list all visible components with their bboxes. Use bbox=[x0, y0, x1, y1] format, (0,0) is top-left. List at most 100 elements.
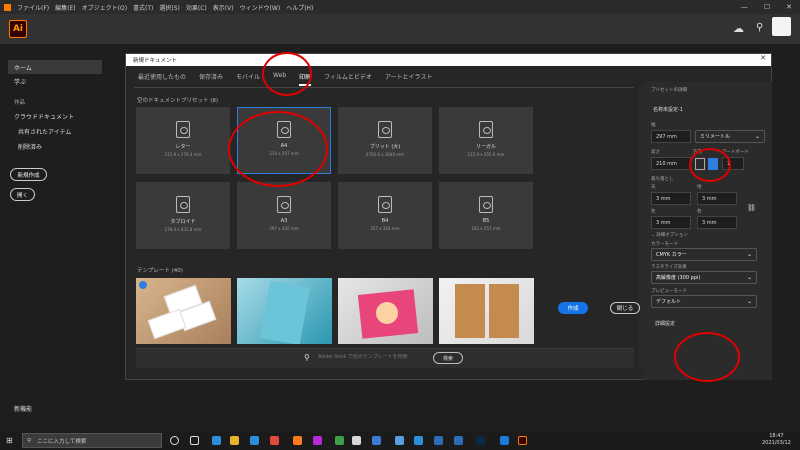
preview-mode-select[interactable]: デフォルト ⌄ bbox=[651, 295, 757, 308]
menu-view[interactable]: 表示(V) bbox=[213, 3, 234, 12]
sidebar-item-new-features[interactable]: 新機能 bbox=[8, 401, 102, 415]
preset-card-b5[interactable]: B5 182 x 257 mm bbox=[439, 182, 533, 249]
menu-board-shape bbox=[489, 284, 519, 338]
menu-type[interactable]: 書式(T) bbox=[133, 3, 153, 12]
dialog-title: 新規ドキュメント bbox=[133, 58, 178, 64]
link-icon[interactable]: ⛓ bbox=[747, 204, 756, 212]
search-icon[interactable]: ⚲ bbox=[756, 22, 763, 33]
minimize-button[interactable]: — bbox=[741, 3, 748, 11]
stock-search-button[interactable]: 検索 bbox=[433, 352, 463, 364]
windows-start-icon[interactable]: ⊞ bbox=[6, 436, 13, 445]
advanced-options-toggle[interactable]: ⌄ 詳細オプション bbox=[651, 232, 688, 238]
menu-object[interactable]: オブジェクト(O) bbox=[82, 3, 127, 12]
preset-size: 215.9 x 279.4 mm bbox=[164, 151, 202, 157]
firefox-icon[interactable] bbox=[293, 436, 302, 445]
document-icon bbox=[277, 196, 291, 213]
window-close-button[interactable]: ✕ bbox=[786, 3, 792, 11]
template-thumbnail-menu[interactable] bbox=[439, 278, 534, 344]
taskbar-search-placeholder: ここに入力して検索 bbox=[37, 438, 87, 445]
preset-card-legal[interactable]: リーガル 215.9 x 355.6 mm bbox=[439, 107, 533, 174]
taskbar-clock[interactable]: 18:47 2021/03/12 bbox=[762, 433, 791, 447]
tab-film-video[interactable]: フィルムとビデオ bbox=[324, 72, 372, 86]
create-button[interactable]: 作成 bbox=[558, 302, 588, 314]
illustrator-taskbar-icon[interactable] bbox=[518, 436, 527, 445]
document-icon bbox=[479, 196, 493, 213]
photoshop-icon[interactable] bbox=[476, 436, 485, 445]
app-icon[interactable] bbox=[395, 436, 404, 445]
maximize-button[interactable]: ☐ bbox=[764, 3, 770, 11]
close-button[interactable]: 閉じる bbox=[610, 302, 640, 314]
template-thumbnail-business-cards[interactable] bbox=[136, 278, 231, 344]
taskbar-search-box[interactable]: ⚲ ここに入力して検索 bbox=[22, 433, 162, 448]
more-settings-link[interactable]: 詳細設定 bbox=[655, 320, 675, 327]
sidebar-item-learn[interactable]: 学ぶ bbox=[8, 74, 102, 88]
task-view-icon[interactable] bbox=[190, 436, 199, 445]
document-icon bbox=[176, 195, 190, 213]
sidebar-item-home[interactable]: ホーム bbox=[8, 60, 102, 74]
preset-size: 4703.6 x 3048 mm bbox=[365, 151, 405, 157]
color-mode-select[interactable]: CMYK カラー ⌄ bbox=[651, 248, 757, 261]
preset-card-a3[interactable]: A3 297 x 420 mm bbox=[237, 182, 331, 249]
unit-select[interactable]: ミリメートル ⌄ bbox=[695, 130, 765, 143]
stock-search-input[interactable] bbox=[318, 354, 430, 360]
raster-effects-select[interactable]: 高解像度 (300 ppi) ⌄ bbox=[651, 271, 757, 284]
ai-small-icon bbox=[4, 3, 11, 11]
template-thumbnail-photo-card[interactable] bbox=[338, 278, 433, 344]
tab-art-illustration[interactable]: アートとイラスト bbox=[385, 72, 433, 86]
template-thumbnail-brochure[interactable] bbox=[237, 278, 332, 344]
menu-help[interactable]: ヘルプ(H) bbox=[286, 3, 313, 12]
tab-saved[interactable]: 保存済み bbox=[199, 72, 223, 86]
app-icon[interactable] bbox=[372, 436, 381, 445]
unit-value: ミリメートル bbox=[700, 134, 731, 140]
bleed-left-input[interactable]: 3 mm bbox=[651, 216, 691, 229]
document-name-field[interactable]: 名称未設定-1 bbox=[653, 106, 683, 113]
tab-recent[interactable]: 最近使用したもの bbox=[138, 72, 186, 86]
menu-select[interactable]: 選択(S) bbox=[159, 3, 180, 12]
tab-mobile[interactable]: モバイル bbox=[236, 72, 260, 86]
chrome-icon[interactable] bbox=[270, 436, 279, 445]
advanced-options-label: 詳細オプション bbox=[656, 233, 688, 238]
mail-icon[interactable] bbox=[250, 436, 259, 445]
dialog-close-button[interactable]: ✕ bbox=[760, 54, 766, 62]
preset-card-large-print[interactable]: ブリット (大) 4703.6 x 3048 mm bbox=[338, 107, 432, 174]
app-icon[interactable] bbox=[313, 436, 322, 445]
cortana-icon[interactable] bbox=[170, 436, 179, 445]
menu-edit[interactable]: 編集(E) bbox=[55, 3, 75, 12]
sidebar-item-shared[interactable]: 共有されたアイテム bbox=[8, 124, 102, 138]
menu-effect[interactable]: 効果(C) bbox=[186, 3, 207, 12]
sidebar-item-label: 削除済み bbox=[18, 143, 43, 151]
open-button[interactable]: 開く bbox=[10, 188, 35, 201]
app-icon[interactable] bbox=[352, 436, 361, 445]
app-icon[interactable] bbox=[335, 436, 344, 445]
menu-window[interactable]: ウィンドウ(W) bbox=[240, 3, 281, 12]
preview-mode-label: プレビューモード bbox=[651, 289, 687, 294]
bleed-bottom-input[interactable]: 3 mm bbox=[697, 192, 737, 205]
clock-time: 18:47 bbox=[769, 433, 784, 439]
new-document-button[interactable]: 新規作成 bbox=[10, 168, 47, 181]
menu-file[interactable]: ファイル(F) bbox=[17, 3, 49, 12]
avatar[interactable] bbox=[772, 17, 791, 36]
cloud-icon[interactable]: ☁ bbox=[733, 22, 744, 35]
bleed-top-input[interactable]: 3 mm bbox=[651, 192, 691, 205]
annotation-circle-create bbox=[674, 332, 740, 382]
app-icon[interactable] bbox=[434, 436, 443, 445]
bleed-right-input[interactable]: 3 mm bbox=[697, 216, 737, 229]
preset-size: 215.9 x 355.6 mm bbox=[467, 151, 505, 157]
preset-name: A3 bbox=[280, 218, 288, 224]
bleed-right-label: 右 bbox=[697, 209, 702, 214]
width-input[interactable]: 297 mm bbox=[651, 130, 691, 143]
app-icon[interactable] bbox=[454, 436, 463, 445]
app-icon[interactable] bbox=[414, 436, 423, 445]
chevron-down-icon: ⌄ bbox=[746, 298, 752, 305]
height-input[interactable]: 210 mm bbox=[651, 157, 691, 170]
preset-card-letter[interactable]: レター 215.9 x 279.4 mm bbox=[136, 107, 230, 174]
file-explorer-icon[interactable] bbox=[230, 436, 239, 445]
preset-card-b4[interactable]: B4 257 x 364 mm bbox=[338, 182, 432, 249]
sidebar-item-deleted[interactable]: 削除済み bbox=[8, 139, 102, 153]
sidebar-item-cloud-docs[interactable]: クラウドドキュメント bbox=[8, 109, 102, 123]
preset-card-tabloid[interactable]: タブロイド 279.4 x 431.8 mm bbox=[136, 182, 230, 249]
edge-icon[interactable] bbox=[212, 436, 221, 445]
sidebar-item-label: ホーム bbox=[14, 64, 32, 72]
vscode-icon[interactable] bbox=[500, 436, 509, 445]
preview-mode-value: デフォルト bbox=[656, 299, 682, 305]
